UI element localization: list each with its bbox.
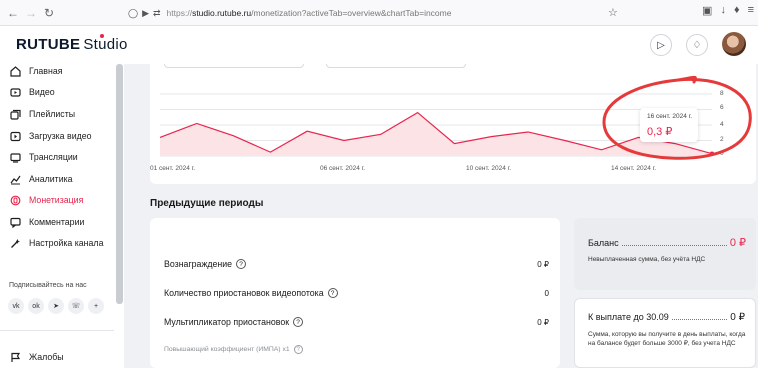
sidebar-divider [0, 330, 114, 331]
telegram-icon[interactable]: ➤ [48, 298, 64, 314]
bookmark-star-icon[interactable]: ☆ [608, 6, 618, 19]
follow-us-title: Подписывайтесь на нас [9, 282, 87, 289]
row-value: 0 ₽ [537, 317, 549, 327]
video-icon [9, 86, 21, 98]
upload-icon [9, 130, 21, 142]
sidebar-item-analytics[interactable]: Аналитика [0, 169, 114, 189]
upload-video-button[interactable]: ▷ [650, 34, 672, 56]
sidebar-item-complaints[interactable]: Жалобы [0, 347, 114, 367]
analytics-icon [9, 173, 21, 185]
help-icon[interactable]: ? [327, 288, 338, 298]
balance-description: Невыплаченная сумма, без учёта НДС [588, 256, 706, 263]
logo-studio-text: Studio [83, 36, 128, 53]
browser-toolbar: ← → ↻ ◯ ▶ ⇄ https://studio.rutube.ru/mon… [0, 0, 758, 26]
sidebar-item-label: Плейлисты [29, 109, 76, 119]
balance-title-row: Баланс 0 ₽ [588, 236, 746, 249]
row-label: Вознаграждение [164, 259, 233, 269]
balance-value: 0 ₽ [729, 237, 746, 249]
sidebar-item-home[interactable]: Главная [0, 61, 114, 81]
ok-icon[interactable]: ok [28, 298, 44, 314]
plus-icon[interactable]: + [88, 298, 104, 314]
back-arrow-icon[interactable]: ← [4, 4, 22, 22]
url-protocol: https:// [166, 8, 193, 18]
sidebar-item-label: Монетизация [29, 195, 84, 205]
sidebar-item-comments[interactable]: Комментарии [0, 212, 114, 232]
avatar[interactable] [722, 32, 746, 56]
download-icon[interactable]: ↓ [720, 4, 726, 17]
social-links: vk ok ➤ ☏ + [8, 298, 104, 314]
x-axis-label: 01 сент. 2024 г. [150, 165, 196, 172]
monetization-icon [9, 194, 21, 206]
sidebar-item-label: Главная [29, 66, 63, 76]
pause-multiplier-row: Мультипликатор приостановок ? 0 ₽ [164, 314, 549, 330]
app-header: RUTUBE Studio ▷ ♢ [0, 26, 758, 64]
notifications-bell-icon[interactable]: ♢ [686, 34, 708, 56]
x-axis-label: 06 сент. 2024 г. [320, 165, 366, 172]
balance-card: Баланс 0 ₽ Невыплаченная сумма, без учёт… [574, 218, 756, 290]
payout-title-row: К выплате до 30.09 0 ₽ [588, 312, 745, 323]
section-title: Предыдущие периоды [150, 198, 264, 209]
reload-icon[interactable]: ↻ [40, 4, 58, 22]
payout-label: К выплате до 30.09 [588, 312, 669, 322]
help-icon[interactable]: ? [236, 259, 247, 269]
sidebar-scrollbar[interactable] [116, 64, 123, 304]
stream-pauses-row: Количество приостановок видеопотока ? 0 [164, 285, 549, 301]
broadcast-icon [9, 151, 21, 163]
sidebar-item-label: Жалобы [29, 352, 64, 362]
sidebar-item-label: Комментарии [29, 217, 85, 227]
comments-icon [9, 216, 21, 228]
sidebar-item-label: Видео [29, 87, 55, 97]
sidebar-item-channel-settings[interactable]: Настройка канала [0, 233, 114, 253]
playlist-icon [9, 108, 21, 120]
sidebar-item-label: Аналитика [29, 174, 73, 184]
address-bar[interactable]: ◯ ▶ ⇄ https://studio.rutube.ru/monetizat… [128, 3, 628, 23]
url-path: /monetization?activeTab=overview&chartTa… [251, 8, 452, 18]
balance-label: Баланс [588, 238, 619, 248]
x-axis-label: 14 сент. 2024 г. [611, 165, 657, 172]
dotted-leader [671, 314, 728, 320]
vk-icon[interactable]: vk [8, 298, 24, 314]
sidebar-item-broadcasts[interactable]: Трансляции [0, 147, 114, 167]
row-value: 0 ₽ [537, 259, 549, 269]
settings-icon [9, 237, 21, 249]
shield-icon[interactable]: ◯ [128, 8, 138, 19]
help-icon[interactable]: ? [293, 345, 303, 354]
sidebar-item-label: Загрузка видео [29, 131, 92, 141]
reward-row: Вознаграждение ? 0 ₽ [164, 256, 549, 272]
pocket-icon[interactable]: ▣ [702, 4, 712, 17]
previous-periods-card: Вознаграждение ? 0 ₽ Количество приостан… [150, 218, 560, 368]
payout-card: К выплате до 30.09 0 ₽ Сумма, которую вы… [574, 298, 756, 368]
dotted-leader [621, 240, 727, 246]
x-axis-label: 10 сент. 2024 г. [466, 165, 512, 172]
permissions-icon[interactable]: ⇄ [153, 8, 161, 19]
payout-description: Сумма, которую вы получите в день выплат… [588, 331, 746, 347]
note-text: Повышающий коэффициент (ИМПА) x1 [164, 346, 290, 353]
row-label: Количество приостановок видеопотока [164, 288, 324, 298]
payout-value: 0 ₽ [730, 312, 745, 323]
forward-arrow-icon[interactable]: → [22, 4, 40, 22]
url-domain: studio.rutube.ru [192, 8, 252, 18]
sidebar-item-monetization[interactable]: Монетизация [0, 190, 114, 210]
row-value: 0 [544, 288, 549, 298]
lock-icon[interactable]: ▶ [142, 8, 149, 19]
viber-icon[interactable]: ☏ [68, 298, 84, 314]
sidebar-item-label: Трансляции [29, 152, 78, 162]
sidebar-item-playlists[interactable]: Плейлисты [0, 104, 114, 124]
flag-icon [9, 351, 21, 363]
sidebar-item-label: Настройка канала [29, 238, 104, 248]
logo-main-text: RUTUBE [16, 36, 81, 53]
home-icon [9, 65, 21, 77]
sidebar-item-video[interactable]: Видео [0, 82, 114, 102]
annotation-circle [602, 75, 752, 160]
rutube-studio-logo[interactable]: RUTUBE Studio [16, 34, 128, 53]
sidebar: Главная Видео Плейлисты Загрузка видео Т… [0, 64, 124, 368]
sidebar-item-upload[interactable]: Загрузка видео [0, 126, 114, 146]
help-icon[interactable]: ? [293, 317, 304, 327]
logo-dot [100, 34, 104, 38]
extensions-icon[interactable]: ♦ [734, 4, 740, 17]
menu-icon[interactable]: ≡ [748, 4, 754, 17]
coefficient-note: Повышающий коэффициент (ИМПА) x1 ? [164, 345, 303, 354]
row-label: Мультипликатор приостановок [164, 317, 290, 327]
